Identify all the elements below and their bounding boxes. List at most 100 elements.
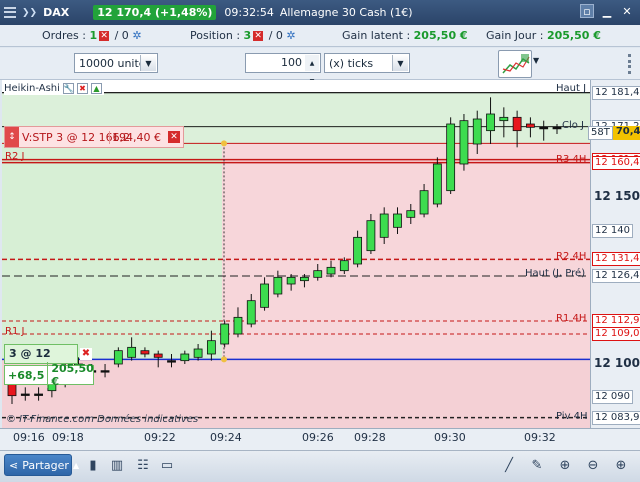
chart-style-button[interactable] (498, 50, 532, 78)
candle-body (233, 316, 243, 335)
time-axis-label: 09:28 (354, 431, 386, 444)
candle-body (273, 276, 283, 295)
close-position-icon[interactable]: ✕ (253, 31, 264, 41)
position-info[interactable]: Position : 3 ✕ / 0 ✲ (190, 29, 296, 42)
level-label: R1 J (5, 326, 25, 337)
price-axis-label: 12 131,4 (592, 252, 640, 267)
bar-chart-icon[interactable]: ▥ (108, 456, 126, 474)
delete-indicator-icon[interactable]: ✖ (76, 82, 88, 94)
candle-body (499, 116, 509, 122)
cancel-order-icon[interactable]: ✕ (168, 131, 180, 143)
candle-body (127, 346, 137, 358)
zoom-out-icon[interactable]: ⊖ (584, 456, 602, 474)
price-axis-label: 12 112,9 (592, 314, 640, 328)
profit-zone (2, 143, 222, 360)
minimize-window-icon[interactable]: ▁ (600, 4, 614, 18)
candle-body (313, 270, 323, 278)
position-label: 3 @ 12 101,4 (4, 344, 78, 378)
move-up-icon[interactable]: ▲ (90, 82, 102, 94)
zoom-in-icon[interactable]: ⊕ (612, 456, 630, 474)
level-label: Haut (J, Pré) (525, 268, 586, 279)
toolbar-grip-icon[interactable] (628, 54, 634, 74)
stop-order-line[interactable]: ↕ V:STP 3 @ 12 166,2 194,40 € ✕ (4, 126, 184, 148)
candle-body (300, 276, 309, 282)
candle-body (366, 220, 376, 252)
price-axis-label: 12 126,4 (592, 269, 640, 283)
share-icon: ⋖ (9, 458, 19, 472)
zoom-fit-icon[interactable]: ⊕ (556, 456, 574, 474)
day-gain: Gain Jour : 205,50 € (486, 29, 601, 42)
orders-settings-icon[interactable]: ✲ (132, 29, 141, 42)
title-bar: ❯❯ DAX 12 170,4 (+1,48%) 09:32:54 Allema… (0, 0, 640, 25)
collapse-chevron-icon[interactable]: ❯❯ (22, 8, 37, 18)
menu-grip-icon[interactable] (4, 6, 16, 20)
level-label: R3 4H (556, 154, 587, 165)
expand-icon[interactable]: ▭ (158, 456, 176, 474)
candle-body (472, 118, 482, 145)
position-settings-icon[interactable]: ✲ (286, 29, 295, 42)
cancel-orders-icon[interactable]: ✕ (99, 31, 110, 41)
price-axis-label: 12 160,4 (592, 155, 640, 170)
order-toolbar: 10000 unités ▼ 100 ▲▼ (x) ticks ▼ ▼ (0, 48, 640, 85)
price-axis-label: 12 100 (594, 356, 640, 370)
close-window-icon[interactable]: ✕ (620, 4, 634, 18)
chevron-down-icon[interactable]: ▼ (140, 55, 156, 71)
time-axis-label: 09:22 (144, 431, 176, 444)
restore-window-icon[interactable]: ▫ (580, 4, 594, 18)
chevron-down-icon[interactable]: ▼ (392, 55, 408, 71)
candlestick-icon[interactable]: ▮ (84, 456, 102, 474)
candle-body (246, 300, 256, 325)
close-position-chart-icon[interactable]: ✖ (80, 348, 92, 360)
candle-body (260, 283, 269, 308)
increment-icon[interactable]: ▲ (310, 55, 315, 73)
current-price-tag: 58T 70,4 (588, 126, 640, 140)
price-axis-label: 12 083,9 (592, 410, 640, 425)
position-line[interactable]: 3 @ 12 101,4 ✖ +68,5 205,50 € (4, 344, 94, 388)
position-pnl: +68,5 205,50 € (4, 362, 94, 388)
candle-body (339, 260, 349, 272)
clock-time: 09:32:54 (224, 6, 274, 19)
indicators-icon[interactable]: ✎ (528, 456, 546, 474)
candle-body (180, 353, 190, 362)
wrench-icon[interactable]: 🔧 (62, 82, 74, 94)
list-icon[interactable]: ☷ (134, 456, 152, 474)
order-marker (221, 140, 227, 147)
units-select[interactable]: 10000 unités ▼ (74, 53, 158, 73)
price-axis-label: 12 090 (592, 390, 633, 405)
candle-body (353, 236, 363, 265)
level-label: Haut J (556, 83, 587, 94)
trendline-icon[interactable]: ╱ (500, 456, 518, 474)
orders-info[interactable]: Ordres : 1 ✕ / 0 ✲ (42, 29, 142, 42)
ticks-unit-select[interactable]: (x) ticks ▼ (324, 53, 410, 73)
time-axis-label: 09:30 (434, 431, 466, 444)
indicator-header: Heikin-Ashi 🔧 ✖ ▲ (4, 81, 104, 95)
candle-body (432, 163, 442, 205)
candle-body (446, 123, 456, 192)
level-label: Clo J (562, 120, 585, 131)
candle-body (459, 120, 469, 165)
time-axis-label: 09:18 (52, 431, 84, 444)
candle-body (140, 350, 150, 355)
candle-body (393, 213, 402, 228)
chart-style-icon (502, 54, 530, 74)
drag-handle-icon[interactable]: ↕ (5, 127, 19, 147)
latent-gain: Gain latent : 205,50 € (342, 29, 468, 42)
candle-body (100, 370, 110, 373)
share-button[interactable]: ⋖ Partager ▲ (4, 454, 79, 476)
time-axis-label: 09:32 (524, 431, 556, 444)
time-axis-label: 09:26 (302, 431, 334, 444)
candle-body (552, 126, 562, 130)
price-axis-label: 12 181,4 (592, 85, 640, 100)
candle-body (167, 360, 176, 363)
candle-body (220, 323, 230, 345)
candle-body (34, 393, 43, 396)
risk-zone (222, 143, 590, 360)
entry-marker (221, 356, 227, 363)
candle-body (326, 266, 336, 275)
candle-body (153, 353, 163, 358)
chart-style-dropdown-icon[interactable]: ▼ (533, 56, 539, 65)
price-axis-label: 12 150 (594, 189, 640, 204)
ticks-stepper[interactable]: 100 ▲▼ (245, 53, 321, 85)
level-label: R1 4H (556, 313, 587, 324)
candle-body (512, 116, 522, 132)
